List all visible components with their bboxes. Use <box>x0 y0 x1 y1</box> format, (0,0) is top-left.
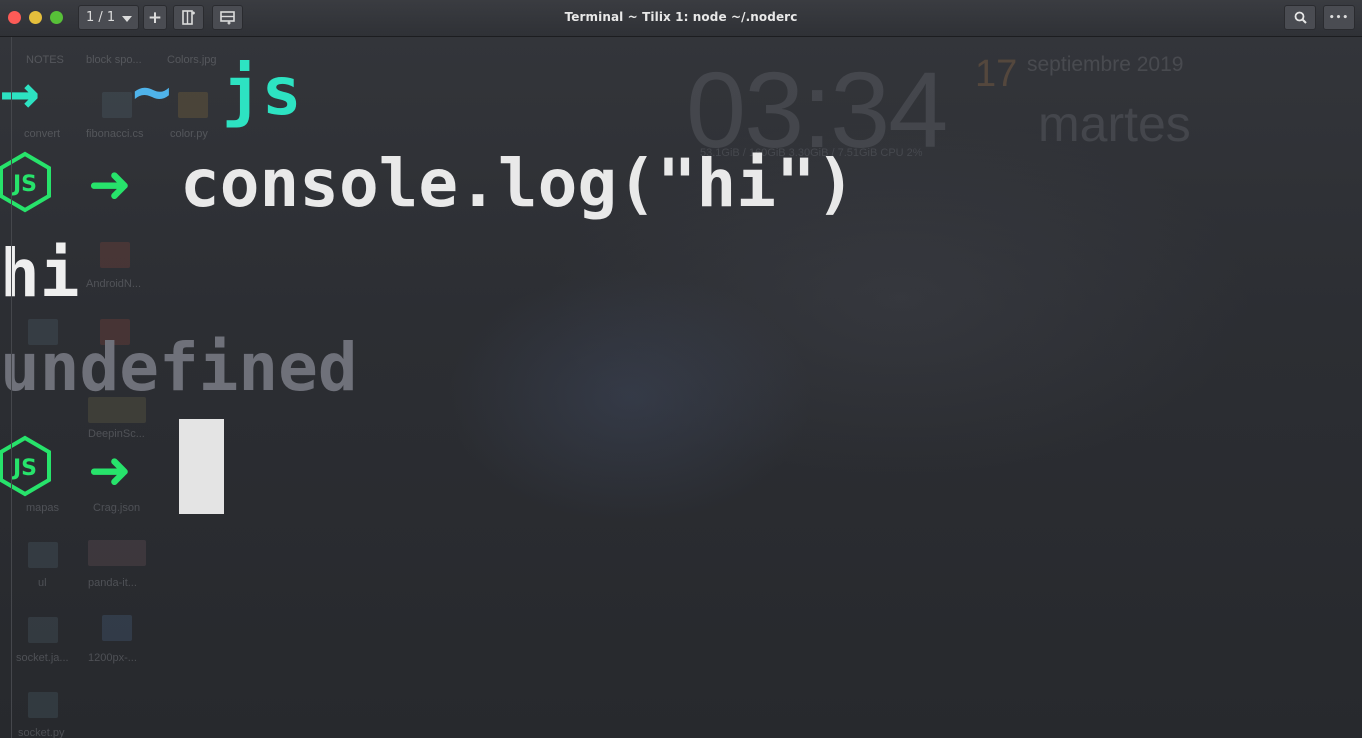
python-file-icon <box>178 92 208 118</box>
terminal-view[interactable]: 03:34 17 septiembre 2019 martes 53.1GiB … <box>0 37 1362 738</box>
command-text: console.log("hi") <box>180 145 856 222</box>
file-icon <box>102 92 132 118</box>
pdf-file-icon <box>100 242 130 268</box>
desktop-weekday: martes <box>1038 96 1191 152</box>
desktop-icon-label: DeepinSc... <box>88 428 145 440</box>
node-prompt-arrow-icon: ➜ <box>88 155 132 215</box>
folder-icon <box>28 617 58 643</box>
folder-icon <box>28 542 58 568</box>
return-value: undefined <box>0 329 358 406</box>
prompt-directory: js <box>222 53 302 130</box>
desktop-icon-label: AndroidN... <box>86 278 142 290</box>
nodejs-logo-text: JS <box>11 456 37 481</box>
desktop-icon-label: ul <box>38 577 47 589</box>
desktop-icon-label: 1200px-... <box>88 652 137 664</box>
title-bar: 1 / 1 + Terminal ~ Tilix 1: node ~/.node… <box>0 0 1362 37</box>
more-icon: ••• <box>1328 12 1350 23</box>
nodejs-logo-icon: JS <box>0 151 51 213</box>
desktop-icon-label: socket.py <box>18 727 65 738</box>
menu-button[interactable]: ••• <box>1323 5 1355 30</box>
desktop-icon-label: socket.ja... <box>16 652 69 664</box>
search-button[interactable] <box>1284 5 1316 30</box>
desktop-day: 17 <box>975 53 1018 95</box>
desktop-icon-label: panda-it... <box>88 577 137 589</box>
desktop-icon-label: color.py <box>170 128 208 140</box>
image-file-icon <box>88 540 146 566</box>
folder-icon <box>28 692 58 718</box>
text-cursor[interactable] <box>179 419 224 514</box>
desktop-month: septiembre 2019 <box>1027 53 1184 76</box>
node-prompt-arrow-icon: ➜ <box>88 441 132 501</box>
window-title: Terminal ~ Tilix 1: node ~/.noderc <box>564 10 798 24</box>
nodejs-logo-icon: JS <box>0 435 51 497</box>
prompt-home-tilde: ~ <box>132 53 172 130</box>
terminal-left-border <box>11 37 12 738</box>
python-icon <box>102 615 132 641</box>
desktop-icon-label: mapas <box>26 502 60 514</box>
desktop-icon-label: Crag.json <box>93 502 141 514</box>
desktop-icon-label: Colors.jpg <box>167 54 217 66</box>
prompt-arrow-icon: → <box>0 53 40 130</box>
nodejs-logo-text: JS <box>11 172 37 197</box>
search-icon <box>1294 11 1307 24</box>
